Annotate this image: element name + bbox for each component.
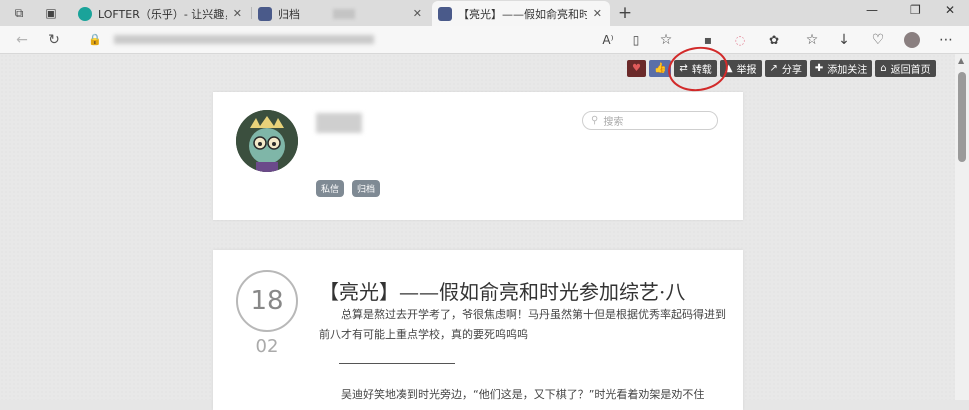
follow-label: 添加关注: [827, 65, 868, 76]
heart-button[interactable]: ♥: [627, 60, 646, 77]
scrollbar-thumb[interactable]: [958, 72, 966, 162]
workspaces-icon[interactable]: ⧉: [10, 4, 28, 22]
profile-tags: 私信 归档: [316, 180, 381, 197]
heart-icon: ♥: [632, 63, 641, 74]
post-paragraph: 吴迪好笑地凑到时光旁边，“他们这是，又下棋了？”时光看着劝架是劝不住: [341, 388, 705, 401]
blog-avatar[interactable]: [236, 110, 298, 172]
tab-strip: ⧉ ▣ LOFTER（乐乎）- 让兴趣，更有 ✕ 归档 ✕ 【亮光】——假如俞亮…: [0, 0, 969, 26]
performance-icon[interactable]: ♡: [868, 30, 888, 50]
profile-avatar[interactable]: [902, 30, 922, 50]
read-aloud-icon[interactable]: A⁾: [598, 30, 618, 50]
blurred-url: [114, 35, 374, 44]
report-label: 举报: [736, 65, 757, 76]
tab-title: 【亮光】——假如俞亮和时光参: [458, 7, 587, 21]
archive-favicon-icon: [258, 6, 272, 21]
message-link[interactable]: 私信: [316, 180, 345, 197]
refresh-icon[interactable]: ↻: [44, 30, 64, 50]
more-menu-icon[interactable]: ⋯: [936, 30, 956, 50]
post-divider: [339, 363, 455, 364]
extensions-icon[interactable]: ✿: [764, 30, 784, 50]
lock-icon: 🔒: [88, 33, 102, 46]
share-icon: ↗: [769, 63, 778, 74]
home-icon: ⌂: [880, 63, 887, 74]
post-title[interactable]: 【亮光】——假如俞亮和时光参加综艺·八: [319, 276, 685, 305]
scroll-up-icon[interactable]: ▲: [958, 56, 964, 65]
share-button[interactable]: ↗ 分享: [764, 60, 807, 77]
post-card: 18 02 【亮光】——假如俞亮和时光参加综艺·八 总算是熬过去开学考了，爷很焦…: [213, 250, 743, 410]
search-input[interactable]: ⚲ 搜索: [582, 111, 718, 130]
close-tab-icon[interactable]: ✕: [413, 7, 422, 20]
close-tab-icon[interactable]: ✕: [233, 7, 242, 20]
share-label: 分享: [781, 65, 802, 76]
new-tab-button[interactable]: +: [616, 3, 634, 23]
blurred-blog-name: [316, 113, 362, 133]
post-month: 02: [255, 336, 279, 357]
url-field[interactable]: 🔒: [84, 29, 604, 50]
address-bar-row: ← ↻ 🔒 A⁾ ▯ ☆ ▪ ◌ ✿ ☆ ↓ ♡ ⋯: [0, 26, 969, 54]
lofter-favicon-icon: [78, 6, 92, 21]
home-label: 返回首页: [890, 65, 931, 76]
favorite-star-icon[interactable]: ☆: [656, 30, 676, 50]
post-paragraph: 总算是熬过去开学考了，爷很焦虑啊！马丹虽然第十但是根据优秀率起码得进到前八才有可…: [319, 308, 726, 341]
favorites-bar-icon[interactable]: ☆: [802, 30, 822, 50]
blurred-tab-text: [333, 8, 356, 19]
search-icon: ⚲: [591, 115, 599, 126]
extension-cat-icon[interactable]: ◌: [730, 30, 750, 50]
post-favicon-icon: [438, 6, 452, 21]
back-icon[interactable]: ←: [12, 30, 32, 50]
scrollbar[interactable]: ▲: [955, 54, 969, 400]
tab-title: 归档: [278, 7, 300, 21]
minimize-icon[interactable]: —: [866, 3, 878, 17]
maximize-icon[interactable]: ❐: [910, 3, 921, 17]
thumbs-up-icon: 👍: [653, 63, 667, 74]
archive-link[interactable]: 归档: [352, 180, 381, 197]
tab-archive[interactable]: 归档 ✕: [252, 1, 430, 26]
tab-lofter[interactable]: LOFTER（乐乎）- 让兴趣，更有 ✕: [72, 1, 250, 26]
follow-button[interactable]: ✚ 添加关注: [809, 60, 873, 77]
plus-icon: ✚: [814, 63, 824, 74]
tab-title: LOFTER（乐乎）- 让兴趣，更有: [98, 7, 227, 21]
tab-actions-icon[interactable]: ▣: [42, 4, 60, 22]
post-day: 18: [236, 270, 298, 332]
immersive-reader-icon[interactable]: ▯: [626, 30, 646, 50]
home-button[interactable]: ⌂ 返回首页: [875, 60, 936, 77]
search-placeholder: 搜索: [603, 117, 624, 128]
downloads-icon[interactable]: ↓: [834, 30, 854, 50]
profile-card: ⚲ 搜索 私信 归档: [213, 92, 743, 220]
tab-post-active[interactable]: 【亮光】——假如俞亮和时光参 ✕: [432, 1, 610, 26]
close-tab-icon[interactable]: ✕: [593, 7, 602, 20]
close-window-icon[interactable]: ✕: [945, 3, 955, 17]
